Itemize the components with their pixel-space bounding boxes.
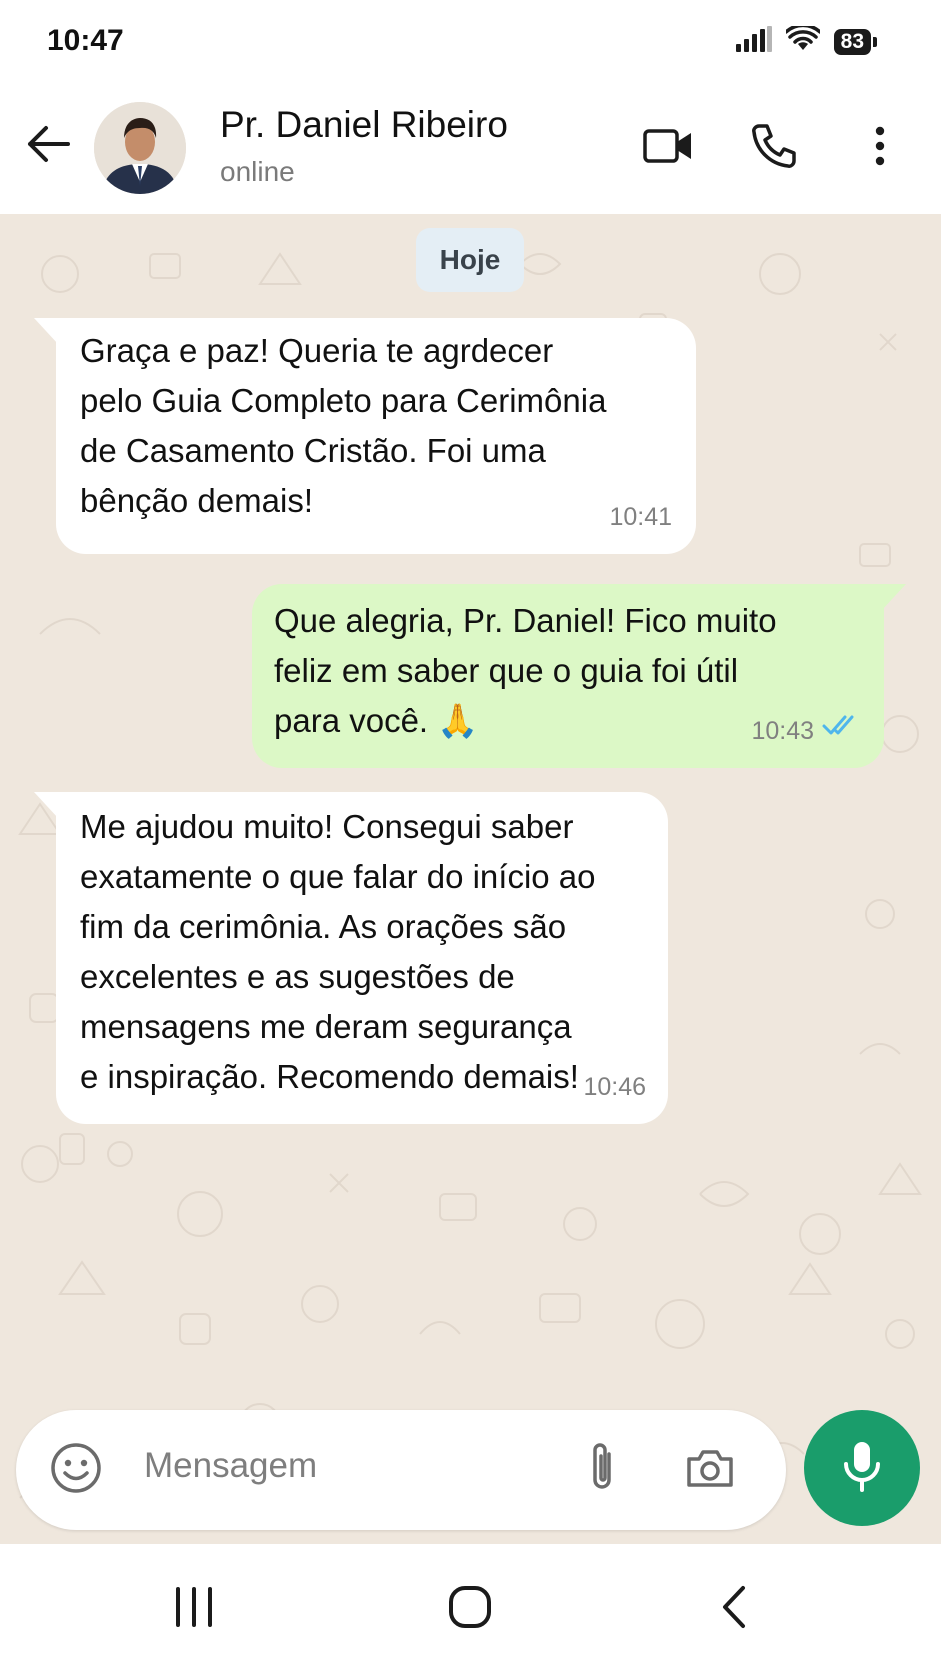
emoji-icon: [50, 1442, 102, 1499]
back-nav-icon: [719, 1585, 749, 1634]
message-bubble-incoming[interactable]: Me ajudou muito! Consegui saber exatamen…: [34, 792, 668, 1124]
message-text: Que alegria, Pr. Daniel! Fico muito feli…: [274, 602, 777, 739]
more-options-button[interactable]: [852, 120, 908, 176]
avatar[interactable]: [94, 102, 186, 194]
phone-icon: [751, 123, 797, 174]
battery-icon: 83: [833, 28, 877, 55]
contact-status: online: [220, 156, 295, 187]
wifi-icon: [783, 23, 822, 57]
camera-button[interactable]: [680, 1440, 740, 1500]
message-bubble-outgoing[interactable]: Que alegria, Pr. Daniel! Fico muito feli…: [252, 584, 906, 768]
video-call-icon: [643, 127, 693, 170]
system-nav-bar: [0, 1544, 941, 1672]
camera-icon: [685, 1447, 735, 1494]
recents-button[interactable]: [154, 1574, 234, 1644]
status-icons: 83: [735, 23, 877, 57]
home-button[interactable]: [430, 1574, 510, 1644]
message-input[interactable]: Mensagem: [144, 1446, 317, 1486]
home-icon: [448, 1585, 492, 1634]
chat-header: Pr. Daniel Ribeiro online: [0, 88, 941, 215]
voice-message-button[interactable]: [804, 1410, 920, 1526]
date-chip: Hoje: [416, 228, 524, 292]
message-time: 10:43: [751, 717, 814, 745]
emoji-button[interactable]: [46, 1440, 106, 1500]
back-button[interactable]: [22, 120, 74, 172]
video-call-button[interactable]: [640, 120, 696, 176]
message-text: Me ajudou muito! Consegui saber exatamen…: [80, 808, 596, 1095]
contact-name[interactable]: Pr. Daniel Ribeiro: [220, 104, 508, 146]
message-text: Graça e paz! Queria te agrdecer pelo Gui…: [80, 332, 607, 519]
attach-button[interactable]: [572, 1440, 632, 1500]
message-bubble-incoming[interactable]: Graça e paz! Queria te agrdecer pelo Gui…: [34, 318, 696, 554]
recents-icon: [172, 1586, 216, 1632]
message-time: 10:46: [583, 1073, 646, 1101]
message-time: 10:41: [609, 503, 672, 531]
status-time: 10:47: [47, 24, 124, 57]
mic-icon: [842, 1440, 882, 1497]
voice-call-button[interactable]: [746, 120, 802, 176]
chat-area[interactable]: Hoje Graça e paz! Queria te agrdecer pel…: [0, 214, 941, 1544]
attach-icon: [585, 1440, 619, 1501]
status-bar: 10:47 83: [0, 0, 941, 88]
back-nav-button[interactable]: [694, 1574, 774, 1644]
message-composer: Mensagem: [16, 1410, 786, 1530]
battery-level: 83: [833, 28, 871, 55]
more-vert-icon: [873, 126, 887, 171]
signal-icon: [735, 26, 772, 57]
read-receipt-icon: [822, 700, 860, 750]
back-arrow-icon: [26, 124, 70, 169]
